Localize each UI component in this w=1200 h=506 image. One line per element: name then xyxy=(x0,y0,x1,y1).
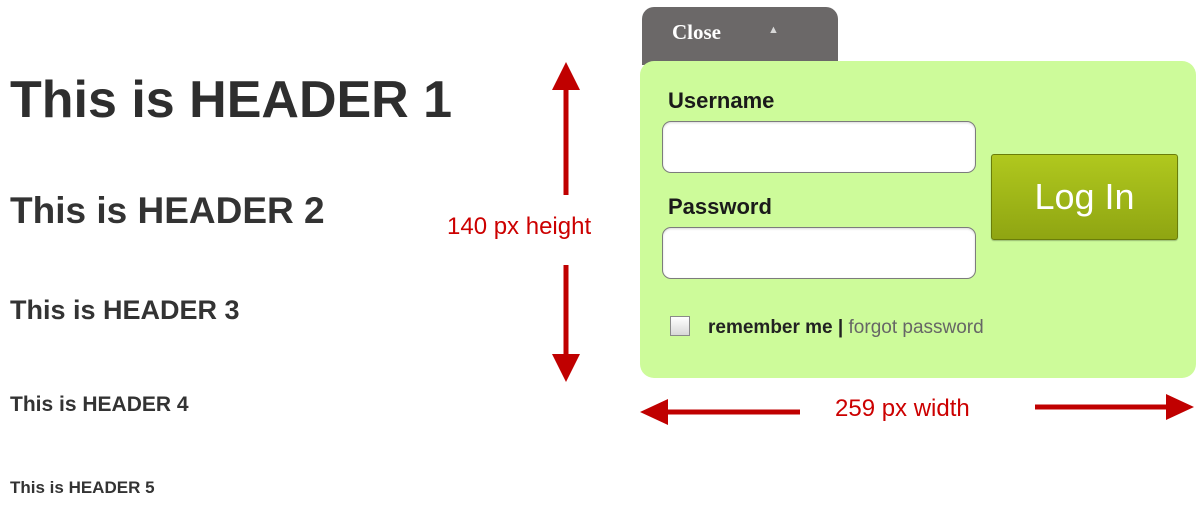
username-label: Username xyxy=(668,88,775,113)
login-button[interactable]: Log In xyxy=(991,154,1178,240)
remember-me-checkbox[interactable] xyxy=(670,316,690,336)
remember-me-label[interactable]: remember me xyxy=(708,317,833,338)
height-arrow-up xyxy=(552,62,580,195)
password-label: Password xyxy=(668,194,772,219)
width-arrow-right xyxy=(1035,394,1194,420)
username-field[interactable] xyxy=(662,121,976,173)
caret-up-icon: ▲ xyxy=(768,24,779,36)
close-label: Close xyxy=(672,20,721,44)
height-arrow-down xyxy=(552,265,580,382)
forgot-password-link[interactable]: forgot password xyxy=(849,317,984,338)
password-field[interactable] xyxy=(662,227,976,279)
login-panel: Username Password Log In remember me | f… xyxy=(640,61,1196,378)
width-arrow-left xyxy=(640,399,800,425)
height-annotation: 140 px height xyxy=(447,213,592,240)
separator: | xyxy=(837,317,844,338)
remember-row: remember me | forgot password xyxy=(708,317,984,339)
width-annotation: 259 px width xyxy=(835,395,970,422)
close-tab-button[interactable]: Close ▲ xyxy=(642,7,838,65)
